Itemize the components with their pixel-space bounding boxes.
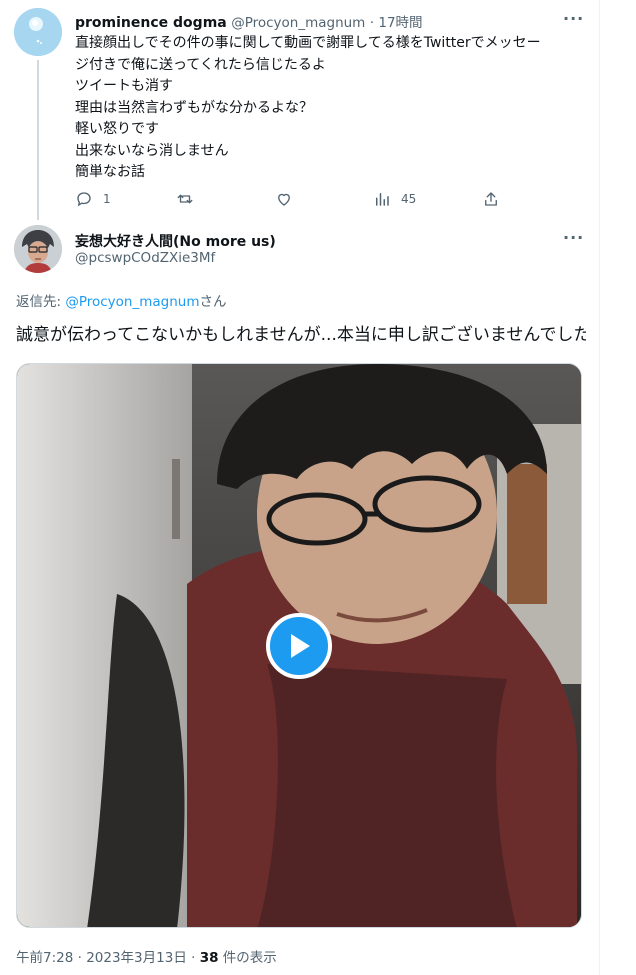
retweet-icon [177, 194, 193, 204]
heart-icon [278, 193, 290, 206]
parent-text-line: 直接顔出しでその件の事に関して動画で謝罪してる様をTwitterでメッセー [75, 35, 541, 51]
parent-more-button[interactable]: ··· [563, 9, 584, 28]
share-button[interactable] [482, 190, 500, 208]
views-button[interactable]: 45 [373, 190, 416, 208]
like-button[interactable] [275, 190, 303, 208]
tweet-metadata: 午前7:28 · 2023年3月13日 · 38 件の表示 [16, 946, 277, 966]
play-icon [291, 634, 310, 658]
reply-handle[interactable]: @pcswpCOdZXie3Mf [75, 250, 215, 266]
parent-text-line: ジ付きで俺に送ってくれたら信じたるよ [75, 56, 326, 73]
parent-text-line: 出来ないなら消しません [75, 142, 229, 159]
parent-text-line: 理由は当然言わずもがな分かるよな？ [75, 99, 313, 116]
views-icon [376, 193, 389, 206]
reply-to-mention-link[interactable]: @Procyon_magnum [65, 294, 199, 310]
parent-time[interactable]: · 17時間 [370, 15, 423, 31]
views-number: 38 [199, 950, 219, 966]
reply-more-button[interactable]: ··· [563, 228, 584, 247]
parent-display-name[interactable]: prominence dogma [75, 15, 227, 31]
parent-header: prominence dogma @Procyon_magnum · 17時間 [75, 11, 423, 31]
parent-tweet-text: 直接顔出しでその件の事に関して動画で謝罪してる様をTwitterでメッセー ジ付… [75, 33, 580, 184]
reply-avatar[interactable] [14, 225, 62, 273]
parent-action-bar: 1 45 [75, 190, 515, 212]
retweet-button[interactable] [176, 190, 204, 208]
thread-line [37, 60, 39, 220]
play-button[interactable] [266, 613, 332, 679]
reply-count: 1 [103, 192, 111, 206]
views-count: 45 [401, 192, 417, 206]
share-icon [485, 192, 497, 206]
reply-display-name[interactable]: 妄想大好き人間(No more us) [75, 234, 276, 250]
reply-icon [77, 192, 91, 207]
video-player[interactable] [16, 363, 582, 928]
reply-button[interactable]: 1 [75, 190, 111, 208]
reply-tweet-text: 誠意が伝わってこないかもしれませんが...本当に申し訳ございませんでした [16, 325, 586, 345]
parent-text-line: 軽い怒りです [75, 121, 159, 137]
tweet-timestamp[interactable]: 午前7:28 · 2023年3月13日 · [16, 950, 200, 966]
parent-handle[interactable]: @Procyon_magnum [231, 15, 365, 31]
views-label: 件の表示 [218, 950, 277, 966]
reply-header: 妄想大好き人間(No more us) [75, 231, 276, 251]
reply-to-prefix: 返信先: [16, 294, 66, 310]
timeline-border [599, 0, 600, 975]
parent-avatar[interactable] [14, 8, 62, 56]
replying-to: 返信先: @Procyon_magnumさん [16, 290, 227, 310]
reply-to-suffix: さん [199, 294, 227, 310]
parent-text-line: 簡単なお話 [75, 164, 145, 180]
parent-text-line: ツイートも消す [75, 78, 173, 94]
